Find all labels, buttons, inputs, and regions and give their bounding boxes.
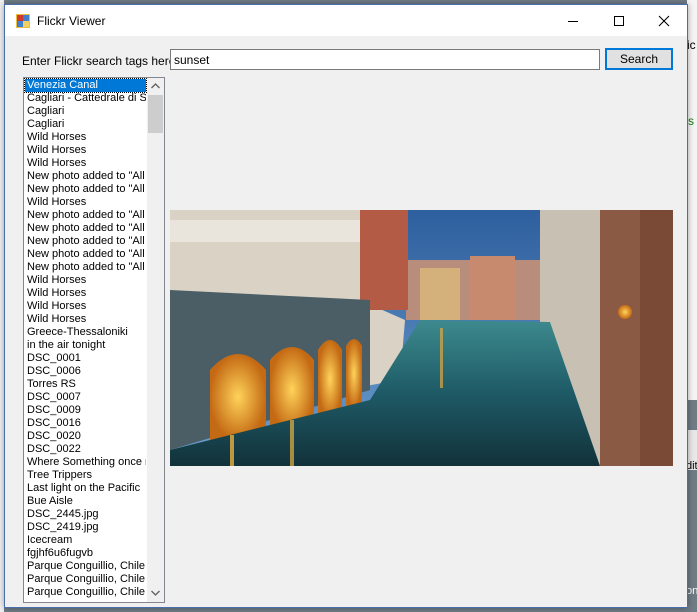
list-item[interactable]: DSC_0001 — [25, 352, 146, 365]
close-icon — [658, 15, 670, 27]
list-item[interactable]: Wild Horses — [25, 274, 146, 287]
search-tags-input[interactable] — [170, 49, 600, 70]
chevron-down-icon — [151, 590, 160, 596]
list-item[interactable]: Wild Horses — [25, 287, 146, 300]
list-item[interactable]: New photo added to "All — [25, 209, 146, 222]
list-item[interactable]: DSC_0006 — [25, 365, 146, 378]
list-item[interactable]: New photo added to "All — [25, 222, 146, 235]
list-item[interactable]: Where Something once ran — [25, 456, 146, 469]
window-title: Flickr Viewer — [37, 14, 106, 28]
maximize-icon — [614, 16, 624, 26]
list-item[interactable]: Wild Horses — [25, 157, 146, 170]
list-item[interactable]: in the air tonight — [25, 339, 146, 352]
results-listbox[interactable]: Venezia CanalCagliari - Cattedrale di Sa… — [23, 77, 165, 603]
list-item[interactable]: Cagliari — [25, 105, 146, 118]
title-bar[interactable]: Flickr Viewer — [5, 5, 687, 36]
list-item[interactable]: DSC_0016 — [25, 417, 146, 430]
background-fragment-top: ic — [687, 38, 696, 52]
search-button[interactable]: Search — [605, 48, 673, 70]
vertical-scrollbar[interactable] — [147, 78, 164, 602]
list-item[interactable]: Bue Aisle — [25, 495, 146, 508]
scroll-thumb[interactable] — [148, 95, 163, 133]
background-app-right — [687, 0, 697, 400]
close-button[interactable] — [641, 5, 687, 36]
list-item[interactable]: New photo added to "All — [25, 183, 146, 196]
list-item[interactable]: Tree Trippers — [25, 469, 146, 482]
list-item[interactable]: Wild Horses — [25, 300, 146, 313]
list-item[interactable]: DSC_2445.jpg — [25, 508, 146, 521]
list-item[interactable]: fgjhf6u6fugvb — [25, 547, 146, 560]
list-item[interactable]: Venezia Canal — [24, 78, 147, 93]
list-item[interactable]: Last light on the Pacific — [25, 482, 146, 495]
list-item[interactable]: DSC_0022 — [25, 443, 146, 456]
scroll-down-button[interactable] — [147, 585, 164, 602]
list-item[interactable]: Cagliari — [25, 118, 146, 131]
list-item[interactable]: DSC_0009 — [25, 404, 146, 417]
list-item[interactable]: New photo added to "All — [25, 170, 146, 183]
minimize-icon — [568, 21, 578, 22]
list-item[interactable]: Wild Horses — [25, 313, 146, 326]
list-item[interactable]: New photo added to "All — [25, 261, 146, 274]
chevron-up-icon — [151, 83, 160, 89]
list-item[interactable]: New photo added to "All — [25, 235, 146, 248]
list-item[interactable]: Parque Conguillio, Chile. — [25, 560, 146, 573]
list-item[interactable]: Wild Horses — [25, 144, 146, 157]
list-item[interactable]: DSC_2419.jpg — [25, 521, 146, 534]
minimize-button[interactable] — [550, 5, 596, 36]
app-icon — [16, 14, 30, 28]
list-item[interactable]: Wild Horses — [25, 196, 146, 209]
list-item[interactable]: Parque Conguillio, Chile. — [25, 586, 146, 599]
list-item[interactable]: Icecream — [25, 534, 146, 547]
flickr-viewer-window: Flickr Viewer Enter Flickr search tags h… — [4, 4, 688, 608]
list-item[interactable]: Parque Conguillio, Chile. — [25, 573, 146, 586]
photo-preview — [170, 210, 673, 466]
list-item[interactable]: Greece-Thessaloniki — [25, 326, 146, 339]
maximize-button[interactable] — [596, 5, 642, 36]
list-item[interactable]: Torres RS — [25, 378, 146, 391]
search-tags-label: Enter Flickr search tags here: — [22, 54, 179, 68]
scroll-up-button[interactable] — [147, 78, 164, 95]
list-item[interactable]: DSC_0020 — [25, 430, 146, 443]
background-fragment-green: s — [688, 114, 694, 128]
results-list: Venezia CanalCagliari - Cattedrale di Sa… — [24, 78, 147, 599]
list-item[interactable]: Wild Horses — [25, 131, 146, 144]
list-item[interactable]: New photo added to "All — [25, 248, 146, 261]
list-item[interactable]: DSC_0007 — [25, 391, 146, 404]
list-item[interactable]: Cagliari - Cattedrale di Santa Maria — [25, 92, 146, 105]
